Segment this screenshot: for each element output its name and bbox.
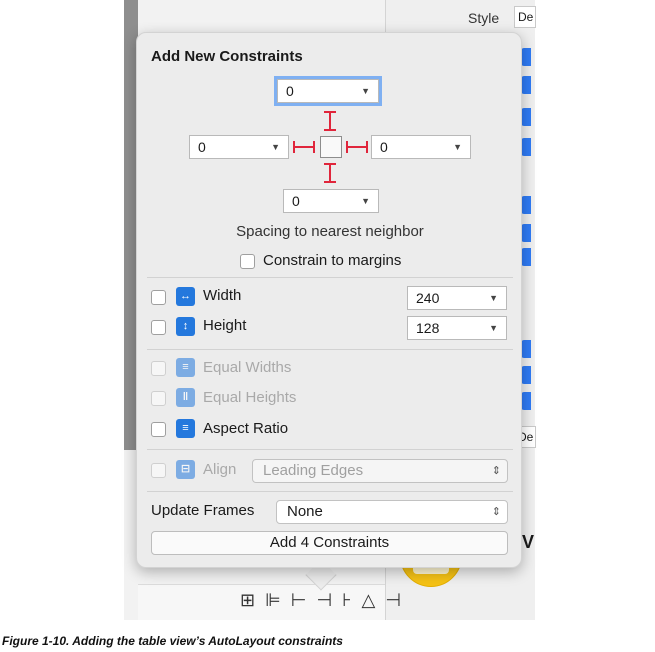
update-frames-value: None xyxy=(287,503,323,520)
updown-chevron-icon: ⇕ xyxy=(491,465,501,477)
height-label: Height xyxy=(203,317,247,334)
chevron-down-icon: ▼ xyxy=(361,86,370,96)
autolayout-toolbar: ⊞⊫⊢⊣⊦△⊣ xyxy=(240,590,411,611)
width-value-field[interactable]: 240 ▼ xyxy=(407,286,507,310)
inspector-toggle[interactable] xyxy=(521,196,531,214)
width-checkbox[interactable] xyxy=(151,290,166,305)
left-spacing-value: 0 xyxy=(198,139,206,155)
align-label: Align xyxy=(203,461,237,478)
equal-heights-checkbox[interactable] xyxy=(151,391,166,406)
right-spacing-value: 0 xyxy=(380,139,388,155)
update-frames-label: Update Frames xyxy=(151,502,255,519)
width-constraint-icon: ↔ xyxy=(176,287,195,306)
inspector-toggle[interactable] xyxy=(521,392,531,410)
aspect-ratio-icon: ≡ xyxy=(176,419,195,438)
equal-widths-icon: ≡ xyxy=(176,358,195,377)
constrain-margins-label: Constrain to margins xyxy=(263,252,402,269)
height-checkbox[interactable] xyxy=(151,320,166,335)
spacing-caption: Spacing to nearest neighbor xyxy=(236,223,424,240)
inspector-toggle[interactable] xyxy=(521,248,531,266)
inspector-toggle[interactable] xyxy=(521,366,531,384)
align-select-value: Leading Edges xyxy=(263,462,364,479)
inspector-toggle[interactable] xyxy=(521,340,531,358)
inspector-toggle[interactable] xyxy=(521,76,531,94)
width-label: Width xyxy=(203,287,242,304)
constrain-margins-checkbox[interactable] xyxy=(240,254,255,269)
chevron-down-icon: ▼ xyxy=(361,196,370,206)
inspector-toggle[interactable] xyxy=(521,108,531,126)
top-spacing-field[interactable]: 0 ▼ xyxy=(274,76,382,106)
align-icon: ⊟ xyxy=(176,460,195,479)
divider xyxy=(147,349,513,350)
divider xyxy=(147,277,513,278)
align-icon[interactable]: ⊫ xyxy=(265,590,291,610)
pin-icon[interactable]: ⊢⊣ xyxy=(291,590,342,610)
popover-title: Add New Constraints xyxy=(151,48,303,65)
equal-widths-label: Equal Widths xyxy=(203,359,292,376)
chevron-down-icon: ▼ xyxy=(271,142,280,152)
inspector-style-popup[interactable]: De xyxy=(514,6,536,28)
library-item-title: V xyxy=(522,532,535,552)
update-frames-select[interactable]: None ⇕ xyxy=(276,500,508,524)
inspector-toggle[interactable] xyxy=(521,48,531,66)
equal-widths-checkbox[interactable] xyxy=(151,361,166,376)
height-constraint-icon: ↕ xyxy=(176,317,195,336)
aspect-ratio-checkbox[interactable] xyxy=(151,422,166,437)
aspect-ratio-label: Aspect Ratio xyxy=(203,420,289,437)
width-value: 240 xyxy=(416,290,440,306)
inspector-toggle[interactable] xyxy=(521,138,531,156)
add-constraints-popover: Add New Constraints 0 ▼ 0 ▼ 0 ▼ 0 ▼ Spac… xyxy=(136,32,522,568)
chevron-down-icon: ▼ xyxy=(489,323,498,333)
inspector-style-label: Style xyxy=(468,10,500,26)
divider xyxy=(147,449,513,450)
equal-heights-label: Equal Heights xyxy=(203,389,297,406)
height-value-field[interactable]: 128 ▼ xyxy=(407,316,507,340)
height-value: 128 xyxy=(416,320,440,336)
figure-caption: Figure 1-10. Adding the table view’s Aut… xyxy=(2,634,343,648)
align-select[interactable]: Leading Edges ⇕ xyxy=(252,459,508,483)
right-spacing-field[interactable]: 0 ▼ xyxy=(371,135,471,159)
resolve-icon[interactable]: ⊦△⊣ xyxy=(342,590,411,610)
equal-heights-icon: ‖ xyxy=(176,388,195,407)
bottom-spacing-field[interactable]: 0 ▼ xyxy=(283,189,379,213)
bottom-spacing-value: 0 xyxy=(292,193,300,209)
stack-icon[interactable]: ⊞ xyxy=(240,590,265,610)
divider xyxy=(147,491,513,492)
align-checkbox[interactable] xyxy=(151,463,166,478)
add-constraints-button[interactable]: Add 4 Constraints xyxy=(151,531,508,555)
left-spacing-field[interactable]: 0 ▼ xyxy=(189,135,289,159)
updown-chevron-icon: ⇕ xyxy=(491,506,501,518)
chevron-down-icon: ▼ xyxy=(453,142,462,152)
top-spacing-value: 0 xyxy=(286,83,294,99)
selected-view-box xyxy=(320,136,342,158)
chevron-down-icon: ▼ xyxy=(489,293,498,303)
